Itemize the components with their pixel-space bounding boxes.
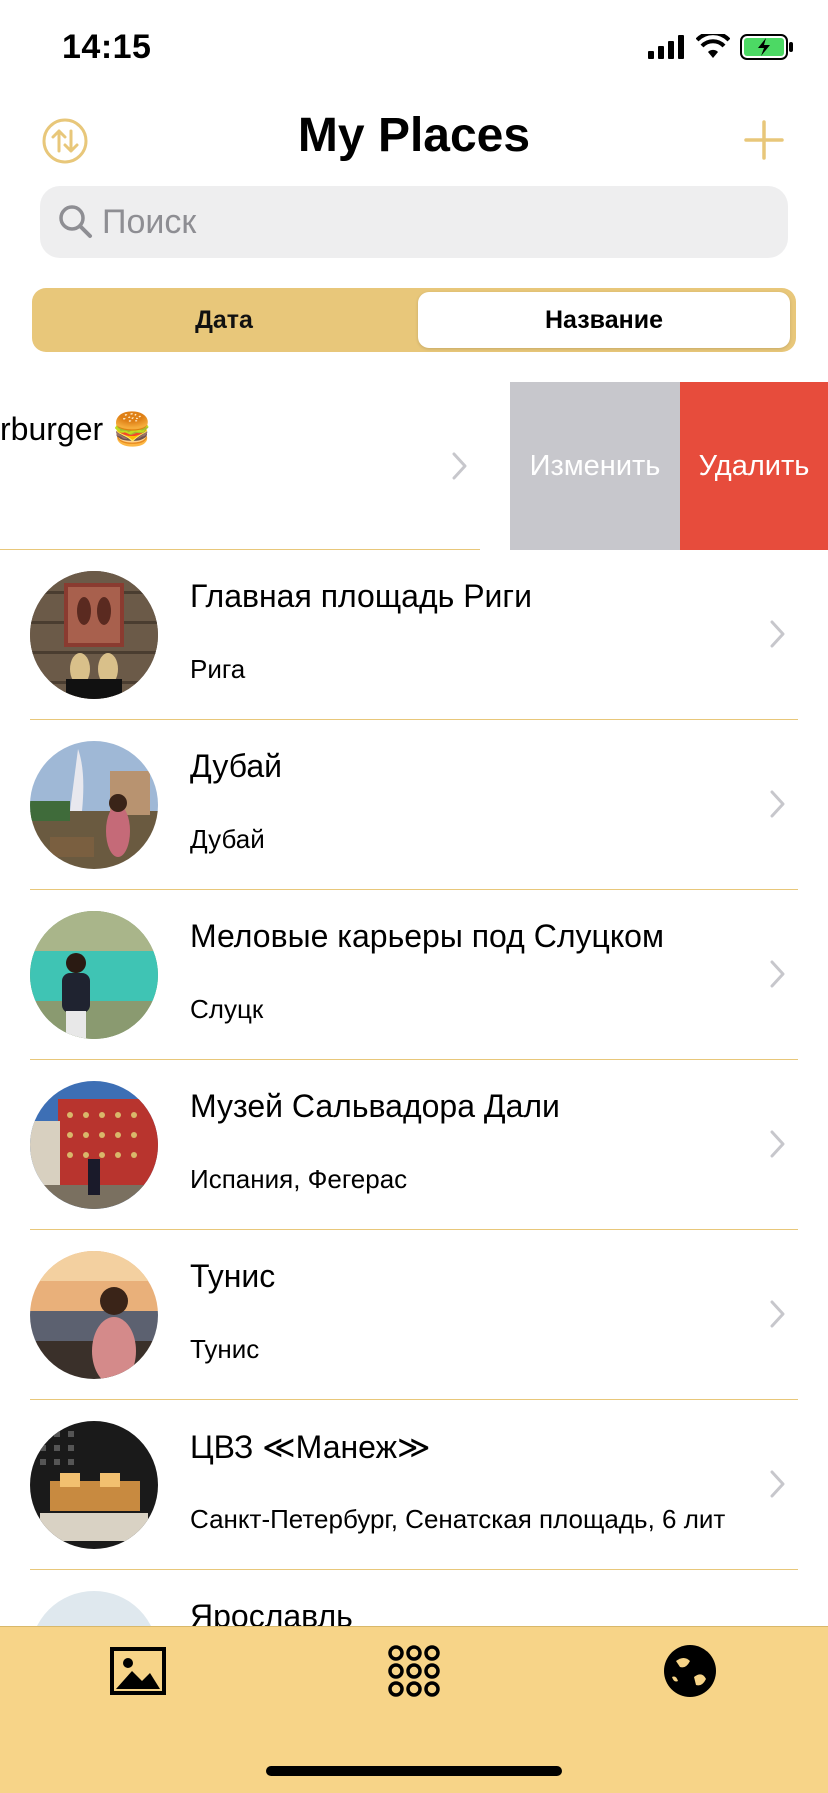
list-item[interactable]: Тунис Тунис: [0, 1230, 828, 1400]
place-photo: [30, 571, 158, 699]
image-icon[interactable]: [108, 1641, 168, 1701]
list-item-title: Главная площадь Риги: [190, 578, 532, 614]
navigation-bar: My Places: [0, 96, 828, 186]
list-item-title: Дубай: [190, 748, 282, 784]
place-photo: [30, 1251, 158, 1379]
place-photo: [30, 911, 158, 1039]
list-item-title: Музей Сальвадора Дали: [190, 1088, 560, 1124]
place-photo: [30, 1421, 158, 1549]
list-item[interactable]: Дубай Дубай: [0, 720, 828, 890]
list-item-subtitle: Тунис: [190, 1334, 260, 1364]
segment-name[interactable]: Название: [418, 292, 790, 348]
place-photo: [30, 741, 158, 869]
page-title: My Places: [297, 109, 531, 162]
add-icon[interactable]: [742, 118, 786, 162]
chevron-right-icon: [452, 452, 467, 480]
list-item-title: rburger 🍔: [0, 411, 152, 447]
chevron-right-icon: [770, 960, 785, 988]
status-bar: 14:15: [0, 0, 828, 96]
sort-segmented-control: Дата Название: [32, 288, 796, 352]
home-indicator: [266, 1766, 562, 1776]
search-icon: [59, 205, 92, 238]
chevron-right-icon: [770, 1300, 785, 1328]
list-item[interactable]: Главная площадь Риги Рига: [0, 550, 828, 720]
status-icons: [648, 34, 794, 60]
list-item[interactable]: ЦВЗ ≪Манеж≫ Санкт-Петербург, Сенатская п…: [0, 1400, 828, 1570]
cellular-signal-icon: [648, 35, 684, 59]
list-item-title: Меловые карьеры под Слуцком: [190, 918, 664, 954]
chevron-right-icon: [770, 620, 785, 648]
chevron-right-icon: [770, 1470, 785, 1498]
list-item-subtitle: Дубай: [190, 824, 265, 854]
list-item-subtitle: Испания, Фегерас: [190, 1164, 408, 1194]
wifi-icon: [696, 34, 730, 58]
list-item-title: ЦВЗ ≪Манеж≫: [190, 1429, 431, 1465]
list-item-subtitle: Санкт-Петербург, Сенатская площадь, 6 ли…: [190, 1504, 726, 1534]
list-item-title: Тунис: [190, 1258, 276, 1294]
status-time: 14:15: [62, 28, 152, 66]
chevron-right-icon: [770, 790, 785, 818]
battery-charging-icon: [740, 34, 793, 60]
segment-date[interactable]: Дата: [36, 292, 412, 348]
list-item[interactable]: Меловые карьеры под Слуцком Слуцк: [0, 890, 828, 1060]
place-photo: [30, 1081, 158, 1209]
search-field[interactable]: Поиск: [40, 186, 788, 258]
chevron-right-icon: [770, 1130, 785, 1158]
delete-button[interactable]: Удалить: [680, 382, 828, 550]
list-item-subtitle: Рига: [190, 654, 246, 684]
list-item-subtitle: Слуцк: [190, 994, 264, 1024]
edit-button[interactable]: Изменить: [510, 382, 680, 550]
search-placeholder: Поиск: [102, 203, 197, 241]
swiped-list-item[interactable]: rburger 🍔 Изменить Удалить: [0, 382, 828, 550]
globe-icon[interactable]: [660, 1641, 720, 1701]
grid-icon[interactable]: [384, 1641, 444, 1701]
list-item[interactable]: Музей Сальвадора Дали Испания, Фегерас: [0, 1060, 828, 1230]
